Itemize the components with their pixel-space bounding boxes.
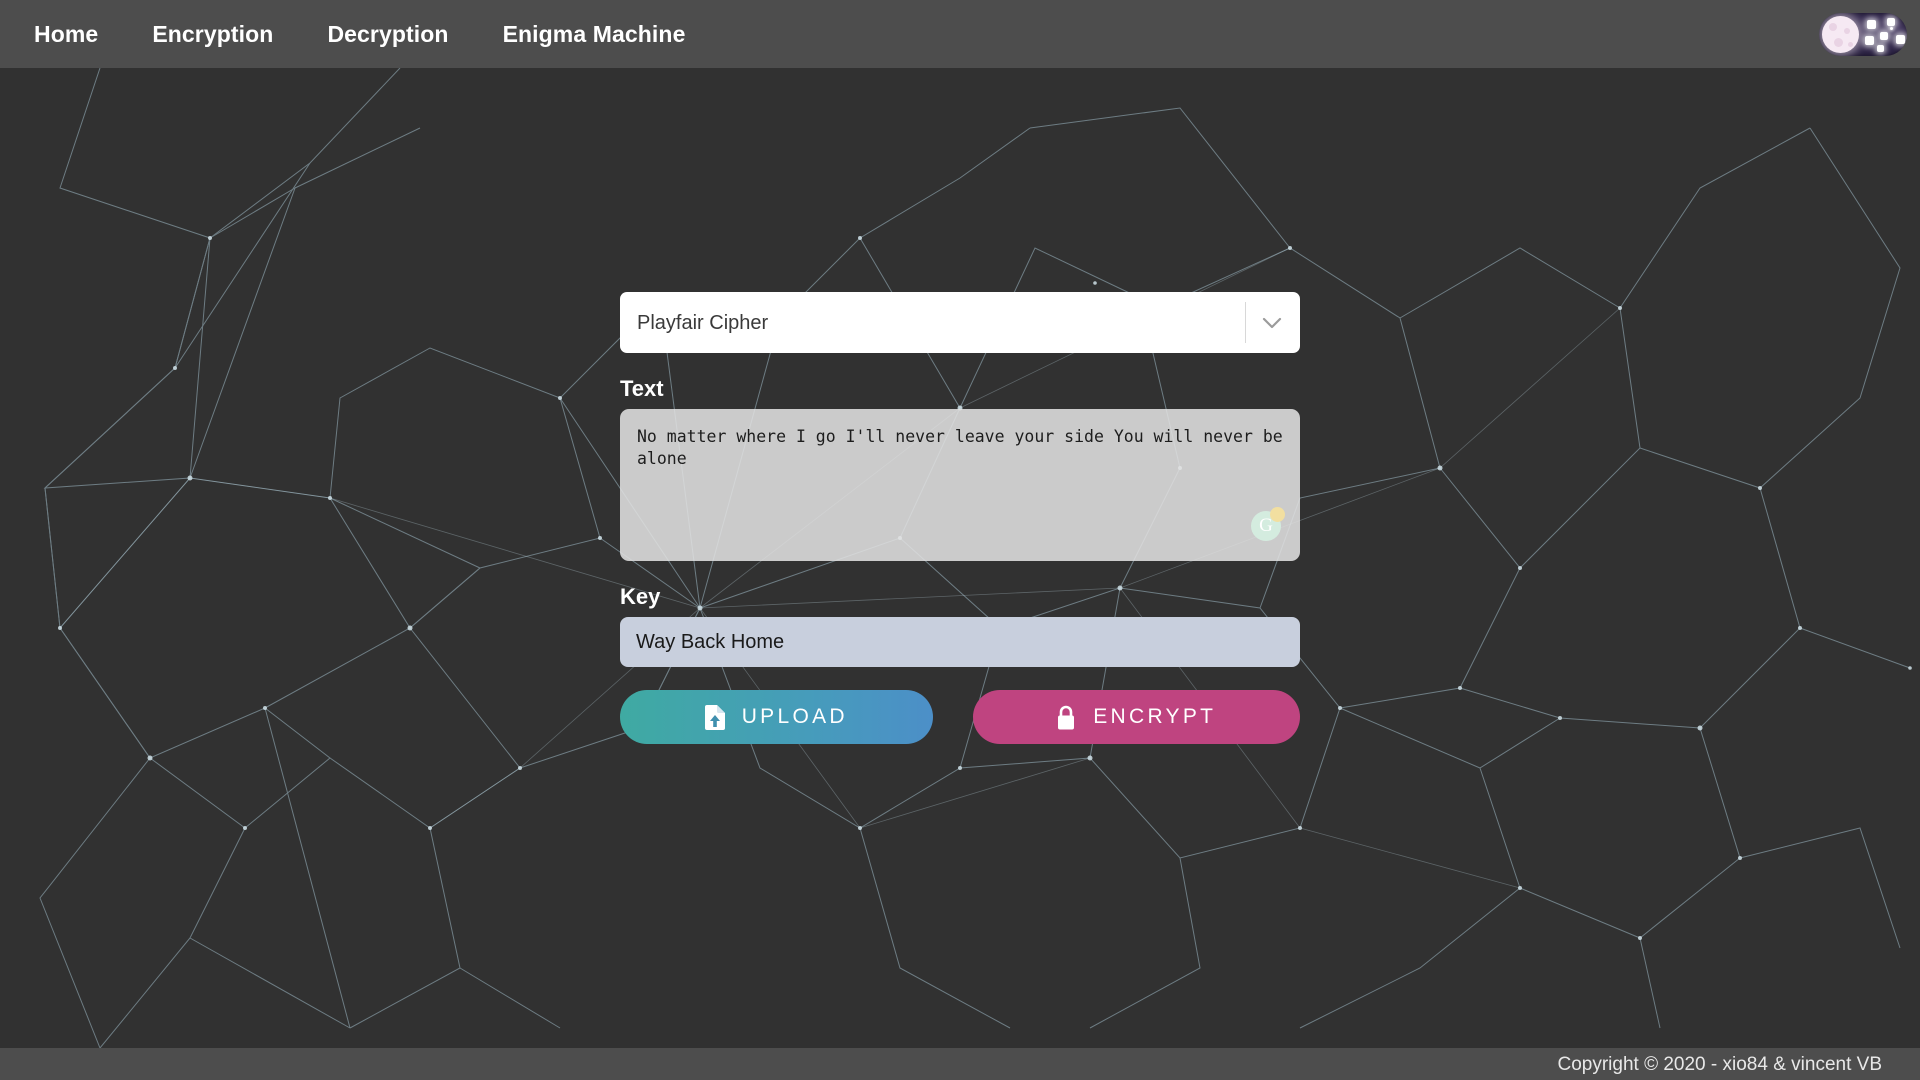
dark-mode-toggle[interactable] xyxy=(1819,12,1907,56)
text-input-area[interactable]: No matter where I go I'll never leave yo… xyxy=(620,409,1300,561)
nav-link-encryption[interactable]: Encryption xyxy=(152,21,273,48)
top-navigation-bar: Home Encryption Decryption Enigma Machin… xyxy=(0,0,1920,68)
nav-link-decryption[interactable]: Decryption xyxy=(327,21,448,48)
grammarly-icon[interactable]: G xyxy=(1251,507,1285,541)
nav-link-enigma-machine[interactable]: Enigma Machine xyxy=(503,21,686,48)
chevron-down-icon[interactable] xyxy=(1259,310,1285,336)
upload-button[interactable]: UPLOAD xyxy=(620,690,933,744)
key-field-label: Key xyxy=(620,584,661,609)
text-field-label: Text xyxy=(620,376,664,401)
encrypt-button-label: ENCRYPT xyxy=(1093,705,1217,728)
upload-button-label: UPLOAD xyxy=(741,705,848,728)
lock-icon xyxy=(1056,705,1076,730)
nav-links: Home Encryption Decryption Enigma Machin… xyxy=(0,21,739,48)
cipher-select-value: Playfair Cipher xyxy=(637,311,769,334)
key-input[interactable] xyxy=(620,617,1300,667)
action-button-row: UPLOAD ENCRYPT xyxy=(620,690,1300,744)
page-root: Home Encryption Decryption Enigma Machin… xyxy=(0,0,1920,1080)
encrypt-button[interactable]: ENCRYPT xyxy=(972,690,1300,744)
grammarly-alert-dot xyxy=(1270,507,1285,522)
page-footer: Copyright © 2020 - xio84 & vincent VB xyxy=(0,1048,1920,1080)
select-divider xyxy=(1245,302,1246,343)
copyright-text: Copyright © 2020 - xio84 & vincent VB xyxy=(1557,1053,1882,1075)
encryption-form: Playfair Cipher Text No matter where I g… xyxy=(620,292,1300,744)
cipher-select[interactable]: Playfair Cipher xyxy=(620,292,1300,353)
nav-link-home[interactable]: Home xyxy=(34,21,98,48)
file-upload-icon xyxy=(704,704,725,730)
moon-icon xyxy=(1822,15,1859,53)
text-input-value: No matter where I go I'll never leave yo… xyxy=(637,427,1293,468)
